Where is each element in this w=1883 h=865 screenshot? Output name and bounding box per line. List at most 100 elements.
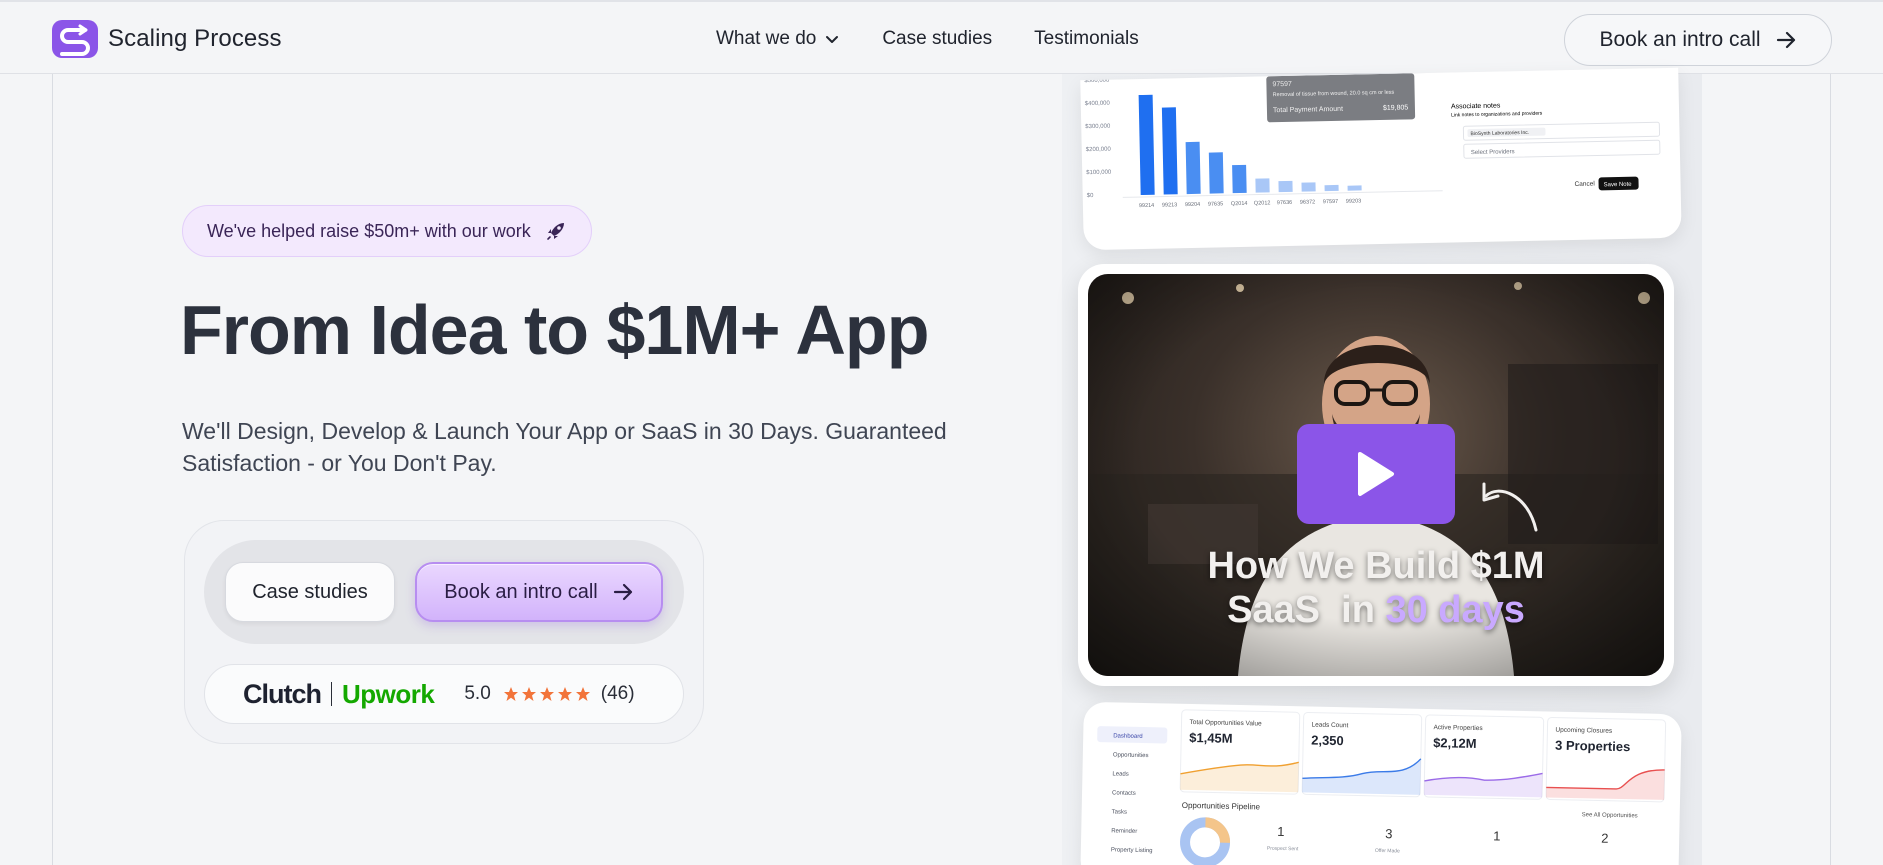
kpi-card: Total Opportunities Value $1,45M — [1179, 709, 1301, 795]
providers-select[interactable]: Select Providers — [1471, 149, 1515, 156]
kpi-label: Total Opportunities Value — [1189, 719, 1262, 728]
chevron-down-icon — [826, 36, 839, 43]
logo-icon — [52, 20, 98, 58]
case-studies-button[interactable]: Case studies — [225, 562, 395, 622]
notes-subtitle: Link notes to organizations and provider… — [1451, 111, 1543, 119]
review-count: (46) — [600, 683, 635, 704]
dashboard-mockup-chart: $500,000 $400,000 $300,000 $200,000 $100,000… — [1080, 67, 1682, 251]
nav-testimonials[interactable]: Testimonials — [1034, 28, 1139, 50]
x-tick-label: 97597 — [1323, 199, 1338, 205]
chart-bar — [1185, 141, 1201, 195]
clutch-logo: Clutch — [243, 678, 322, 709]
play-icon — [1358, 452, 1394, 496]
pipeline-count: 1 — [1493, 828, 1501, 843]
star-icon — [557, 687, 572, 701]
upwork-logo: Upwork — [342, 678, 435, 709]
tooltip-label: Total Payment Amount — [1273, 106, 1343, 114]
chart-bar — [1347, 185, 1362, 191]
video-title: How We Build $1M SaaS in 30 days — [1078, 544, 1674, 632]
kpi-card: Leads Count 2,350 — [1301, 711, 1423, 798]
video-title-line-1: How We Build $1M — [1207, 545, 1545, 587]
x-tick-label: 99213 — [1162, 202, 1177, 208]
org-chip: BioSynth Laboratories Inc. — [1470, 130, 1529, 137]
video-title-accent: 30 days — [1385, 589, 1525, 631]
arrow-right-icon — [1776, 31, 1795, 49]
crm-mockup-svg: Dashboard Opportunities Leads Contacts Tasks… — [1097, 709, 1667, 865]
dashboard-mockup-crm: Dashboard Opportunities Leads Contacts Tasks… — [1080, 701, 1682, 865]
kpi-card: Active Properties $2,12M — [1423, 714, 1545, 800]
arrow-right-icon — [613, 583, 632, 601]
tooltip-code: 97597 — [1272, 81, 1292, 88]
top-navigation-bar: Scaling Process What we do Case studies … — [0, 0, 1883, 74]
book-intro-call-button[interactable]: Book an intro call — [415, 562, 663, 622]
y-tick-label: $0 — [1087, 193, 1094, 199]
crm-sidebar-item[interactable]: Reminder — [1111, 828, 1137, 835]
x-tick-label: 97636 — [1277, 200, 1292, 206]
chart-bar — [1255, 178, 1270, 193]
kpi-card: Upcoming Closures 3 Properties — [1545, 717, 1667, 803]
nav-what-we-do-label: What we do — [716, 28, 817, 49]
chart-bar — [1278, 180, 1293, 193]
hero-subheadline: We'll Design, Develop & Launch Your App … — [182, 418, 947, 476]
play-button[interactable] — [1297, 424, 1455, 524]
chart-bar — [1301, 182, 1316, 192]
brand-logo[interactable]: Scaling Process — [52, 20, 282, 58]
video-title-line-2-text: SaaS in — [1227, 589, 1386, 631]
chart-bar — [1208, 152, 1224, 194]
crm-sidebar-item[interactable]: Property Listing — [1111, 847, 1153, 854]
y-tick-label: $400,000 — [1085, 101, 1111, 108]
mock-cancel-button[interactable]: Cancel — [1575, 181, 1596, 188]
chart-bar — [1161, 107, 1178, 195]
pipeline-count: 3 — [1385, 826, 1393, 841]
funding-badge-text: We've helped raise $50m+ with our work — [207, 220, 531, 241]
brand-name: Scaling Process — [108, 25, 282, 52]
nav-case-studies[interactable]: Case studies — [882, 28, 992, 50]
star-icon — [575, 687, 590, 701]
funding-badge: We've helped raise $50m+ with our work — [182, 205, 592, 257]
x-tick-label: Q2014 — [1231, 201, 1248, 207]
crm-sidebar-item[interactable]: Dashboard — [1113, 733, 1142, 740]
kpi-value: 3 Properties — [1555, 738, 1630, 755]
nav-book-call-button[interactable]: Book an intro call — [1564, 14, 1832, 66]
video-title-line-2: SaaS in 30 days — [1078, 588, 1674, 632]
y-tick-label: $300,000 — [1085, 124, 1111, 131]
tooltip-value: $19,805 — [1383, 104, 1409, 112]
star-icon — [521, 687, 536, 701]
mock-save-button[interactable]: Save Note — [1604, 182, 1633, 189]
rating-score: 5.0 — [464, 683, 491, 704]
hero-headline: From Idea to $1M+ App — [180, 291, 929, 369]
y-tick-label: $100,000 — [1086, 170, 1112, 177]
kpi-value: $1,45M — [1189, 730, 1233, 746]
pipeline-title: Opportunities Pipeline — [1182, 801, 1261, 812]
rating-bar: Clutch Upwork 5.0 (46) — [204, 664, 684, 724]
rating-stars — [503, 686, 591, 702]
kpi-label: Active Properties — [1433, 724, 1483, 732]
book-intro-call-label: Book an intro call — [444, 580, 598, 603]
see-all-link[interactable]: See All Opportunities — [1582, 812, 1638, 819]
x-tick-label: 99203 — [1346, 198, 1361, 204]
mockup-chart-svg: $500,000$400,000$300,000$200,000$100,000… — [1084, 73, 1661, 209]
logo-divider — [331, 682, 332, 706]
kpi-label: Upcoming Closures — [1555, 727, 1613, 735]
crm-sidebar-item[interactable]: Opportunities — [1113, 752, 1149, 759]
star-icon — [503, 687, 518, 701]
main-nav: What we do Case studies Testimonials — [716, 28, 1139, 50]
pipeline-count: 1 — [1277, 824, 1285, 839]
crm-sidebar-item[interactable]: Contacts — [1112, 790, 1136, 796]
notes-title: Associate notes — [1451, 102, 1501, 110]
x-tick-label: 99214 — [1139, 203, 1154, 209]
rocket-icon — [546, 223, 564, 240]
nav-what-we-do[interactable]: What we do — [716, 28, 840, 50]
pipeline-stage-label: Offer Made — [1375, 848, 1400, 855]
crm-sidebar-item[interactable]: Tasks — [1112, 809, 1127, 815]
kpi-label: Leads Count — [1311, 722, 1348, 730]
frame-line-left — [52, 74, 53, 865]
x-tick-label: 96372 — [1300, 199, 1315, 205]
frame-line-right — [1830, 74, 1831, 865]
x-tick-label: 99204 — [1185, 202, 1200, 208]
star-icon — [539, 687, 554, 701]
crm-sidebar-item[interactable]: Leads — [1112, 771, 1128, 777]
chart-bar — [1232, 164, 1247, 194]
kpi-value: 2,350 — [1311, 733, 1344, 749]
chart-bar — [1138, 94, 1155, 196]
